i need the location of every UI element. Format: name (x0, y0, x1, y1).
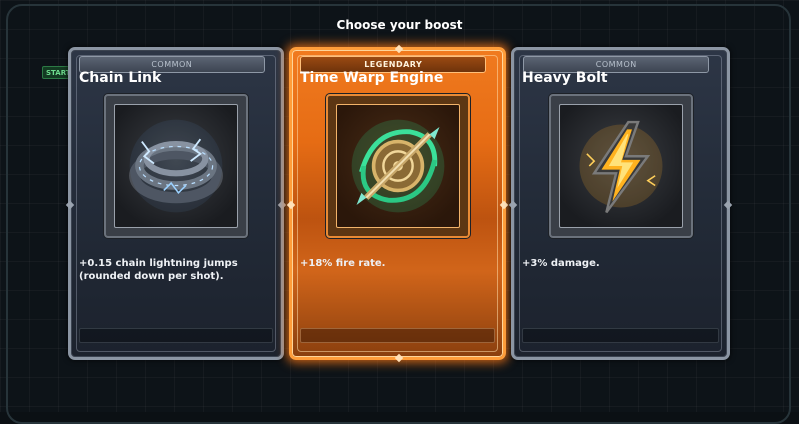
card-title: Heavy Bolt (522, 70, 608, 86)
side-diamond-ornament (286, 200, 296, 210)
lightning-bolt-icon (558, 104, 683, 228)
card-footer (79, 328, 273, 343)
boost-card-chain-link[interactable]: COMMON Chain Link +0.15 chain lightning … (65, 47, 287, 360)
card-footer (300, 328, 495, 343)
card-title: Chain Link (79, 70, 162, 86)
card-art-frame (325, 94, 470, 238)
card-description: +0.15 chain lightning jumps (rounded dow… (79, 258, 238, 282)
boost-card-time-warp-engine[interactable]: LEGENDARY Time Warp Engine +18% fire rat… (286, 44, 509, 363)
card-art-frame (548, 94, 693, 238)
top-diamond-ornament (394, 44, 404, 54)
card-art-frame (104, 94, 248, 238)
card-footer (522, 328, 719, 343)
boost-selection-title: Choose your boost (336, 18, 463, 32)
card-description: +3% damage. (522, 258, 600, 269)
chain-lightning-icon (114, 104, 238, 228)
side-diamond-ornament (508, 200, 518, 210)
side-diamond-ornament (65, 200, 75, 210)
boost-card-heavy-bolt[interactable]: COMMON Heavy Bolt +3% damage. (508, 47, 733, 360)
card-title: Time Warp Engine (300, 70, 444, 86)
time-warp-engine-icon (335, 104, 460, 228)
card-description: +18% fire rate. (300, 258, 386, 269)
